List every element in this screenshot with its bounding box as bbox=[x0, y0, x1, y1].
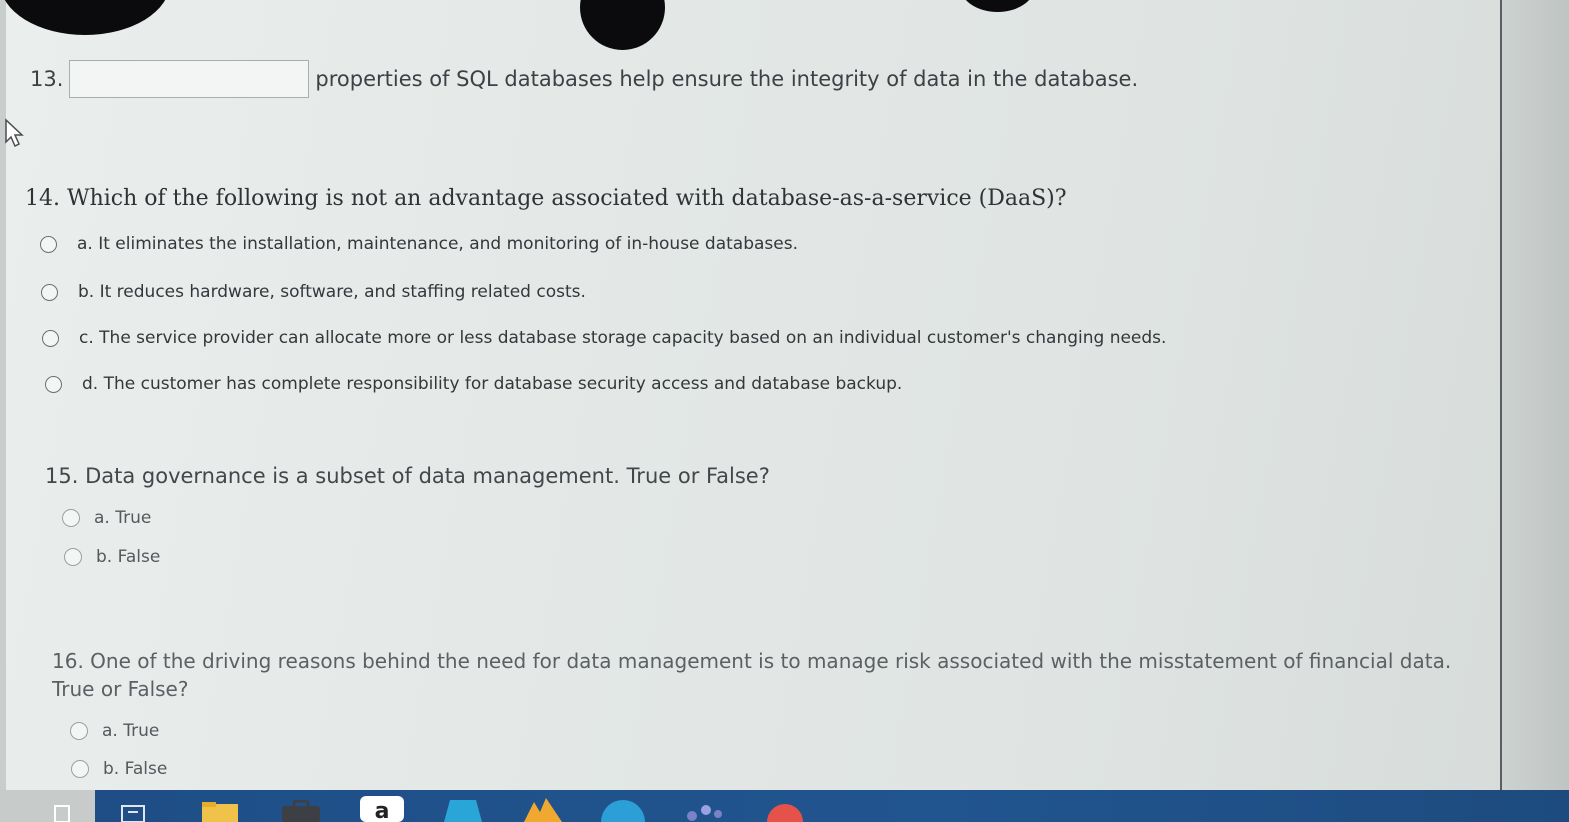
question-14-option-d[interactable]: d. The customer has complete responsibil… bbox=[45, 374, 902, 394]
amazon-icon[interactable]: a bbox=[360, 796, 404, 822]
option-label: b. False bbox=[103, 759, 168, 779]
question-16-title: 16. One of the driving reasons behind th… bbox=[52, 649, 1452, 701]
quiz-page: 13. properties of SQL databases help ens… bbox=[0, 0, 1569, 822]
question-15-title: 15. Data governance is a subset of data … bbox=[45, 464, 770, 488]
question-13: 13. properties of SQL databases help ens… bbox=[30, 60, 1138, 98]
screen-right-bezel bbox=[1500, 0, 1569, 790]
radio-button[interactable] bbox=[40, 235, 57, 253]
question-13-number: 13. bbox=[30, 67, 64, 91]
question-14-option-a[interactable]: a. It eliminates the installation, maint… bbox=[40, 234, 798, 254]
app-icon[interactable] bbox=[520, 794, 566, 822]
option-label: d. The customer has complete responsibil… bbox=[82, 374, 903, 394]
media-icon[interactable] bbox=[762, 796, 808, 822]
option-label: b. False bbox=[96, 547, 161, 567]
mouse-pointer-icon bbox=[5, 118, 24, 148]
radio-button[interactable] bbox=[45, 375, 62, 393]
option-label: a. It eliminates the installation, maint… bbox=[77, 234, 798, 254]
calendar-icon[interactable] bbox=[120, 802, 150, 822]
radio-button[interactable] bbox=[71, 760, 89, 778]
question-14-title: 14. Which of the following is not an adv… bbox=[25, 186, 1067, 211]
svg-text:a: a bbox=[375, 799, 390, 822]
option-label: b. It reduces hardware, software, and st… bbox=[78, 282, 586, 302]
radio-button[interactable] bbox=[64, 548, 82, 566]
question-16-option-b[interactable]: b. False bbox=[71, 759, 167, 779]
briefcase-icon[interactable] bbox=[280, 800, 322, 822]
radio-button[interactable] bbox=[42, 329, 59, 347]
radio-button[interactable] bbox=[41, 283, 58, 301]
obstruction-shape bbox=[0, 0, 170, 35]
question-15-option-a[interactable]: a. True bbox=[62, 508, 151, 528]
question-13-text: properties of SQL databases help ensure … bbox=[315, 67, 1139, 91]
question-14-option-b[interactable]: b. It reduces hardware, software, and st… bbox=[41, 282, 586, 302]
teams-icon[interactable] bbox=[680, 796, 726, 822]
obstruction-shape bbox=[960, 0, 1035, 12]
question-15-option-b[interactable]: b. False bbox=[64, 547, 160, 567]
chrome-icon[interactable] bbox=[600, 796, 646, 822]
question-14-option-c[interactable]: c. The service provider can allocate mor… bbox=[42, 328, 1166, 348]
folder-icon[interactable] bbox=[200, 800, 240, 822]
store-icon[interactable] bbox=[440, 796, 486, 822]
radio-button[interactable] bbox=[70, 722, 88, 740]
option-label: c. The service provider can allocate mor… bbox=[79, 328, 1167, 348]
fill-in-blank-input[interactable] bbox=[69, 60, 310, 98]
question-16-option-a[interactable]: a. True bbox=[70, 721, 159, 741]
option-label: a. True bbox=[94, 508, 152, 528]
taskbar: a bbox=[0, 790, 1569, 822]
radio-button[interactable] bbox=[62, 509, 80, 527]
obstruction-shape bbox=[580, 0, 665, 50]
taskview-icon[interactable] bbox=[52, 802, 74, 822]
option-label: a. True bbox=[102, 721, 160, 741]
